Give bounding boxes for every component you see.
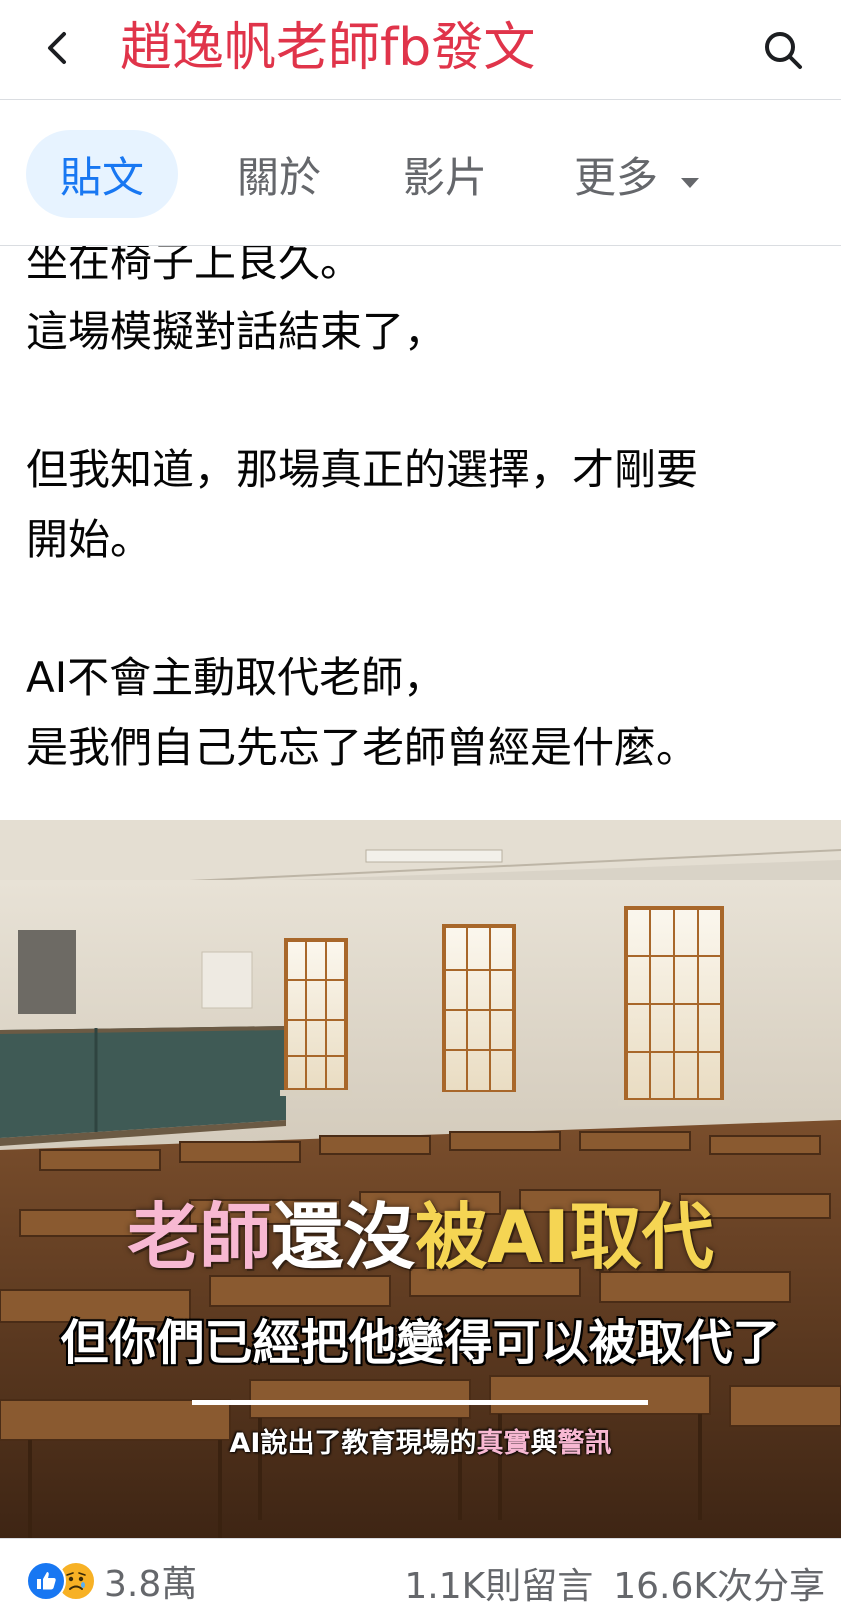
reactions-summary[interactable]: 3.8萬 — [26, 1555, 197, 1607]
post-line: 但我知道，那場真正的選擇，才剛要 — [26, 445, 699, 494]
image-caption: AI說出了教育現場的真實與警訊 — [0, 1424, 841, 1464]
back-button[interactable] — [28, 18, 88, 78]
tab-about[interactable]: 關於 — [214, 130, 344, 218]
tab-posts-label: 貼文 — [59, 152, 144, 202]
post-line: 開始。 — [26, 515, 153, 564]
image-subtitle: 但你們已經把他變得可以被取代了 — [60, 1315, 781, 1371]
post-line: AI不會主動取代老師， — [26, 653, 446, 702]
comments-count[interactable]: 1.1K則留言 — [404, 1566, 593, 1607]
like-icon — [26, 1561, 66, 1601]
top-app-bar: 趙逸帆老師fb發文 — [0, 0, 841, 100]
divider — [192, 1400, 648, 1405]
post-line: 坐在椅子上良久。 — [26, 246, 363, 286]
search-icon — [765, 32, 802, 69]
engagement-counts: 1.1K則留言 16.6K次分享 — [404, 1557, 825, 1609]
reaction-count: 3.8萬 — [104, 1564, 198, 1605]
post-line: 這場模擬對話結束了， — [26, 307, 447, 356]
page-title: 趙逸帆老師fb發文 — [120, 18, 536, 78]
post-image[interactable]: 老師還沒被AI取代 但你們已經把他變得可以被取代了 AI說出了教育現場的真實與警… — [0, 820, 841, 1538]
caption-part: AI說出了教育現場的 — [229, 1428, 477, 1459]
chevron-left-icon — [48, 32, 66, 64]
headline-part: 還沒 — [271, 1195, 416, 1279]
tab-videos[interactable]: 影片 — [380, 130, 510, 218]
caption-part: 警訊 — [557, 1428, 612, 1459]
tab-videos-label: 影片 — [402, 152, 487, 202]
tab-posts[interactable]: 貼文 — [26, 130, 178, 218]
post-line: 是我們自己先忘了老師曾經是什麼。 — [26, 723, 699, 772]
caption-part: 與 — [530, 1428, 558, 1459]
tab-more-label: 更多 — [573, 152, 658, 202]
headline-part: 老師 — [127, 1195, 272, 1279]
post-stats-bar: 3.8萬 1.1K則留言 16.6K次分享 — [0, 1538, 841, 1616]
search-button[interactable] — [753, 20, 813, 80]
tab-about-label: 關於 — [236, 152, 321, 202]
tab-more[interactable]: 更多 — [552, 130, 722, 218]
profile-tab-bar: 貼文 關於 影片 更多 — [0, 100, 841, 246]
image-headline: 老師還沒被AI取代 — [0, 1192, 841, 1282]
caption-part: 真實 — [476, 1428, 531, 1459]
shares-count[interactable]: 16.6K次分享 — [613, 1566, 825, 1607]
caret-down-icon — [680, 150, 700, 199]
headline-part: 被AI取代 — [415, 1195, 714, 1279]
post-body: 坐在椅子上良久。 這場模擬對話結束了， 但我知道，那場真正的選擇，才剛要 開始。… — [26, 246, 826, 818]
